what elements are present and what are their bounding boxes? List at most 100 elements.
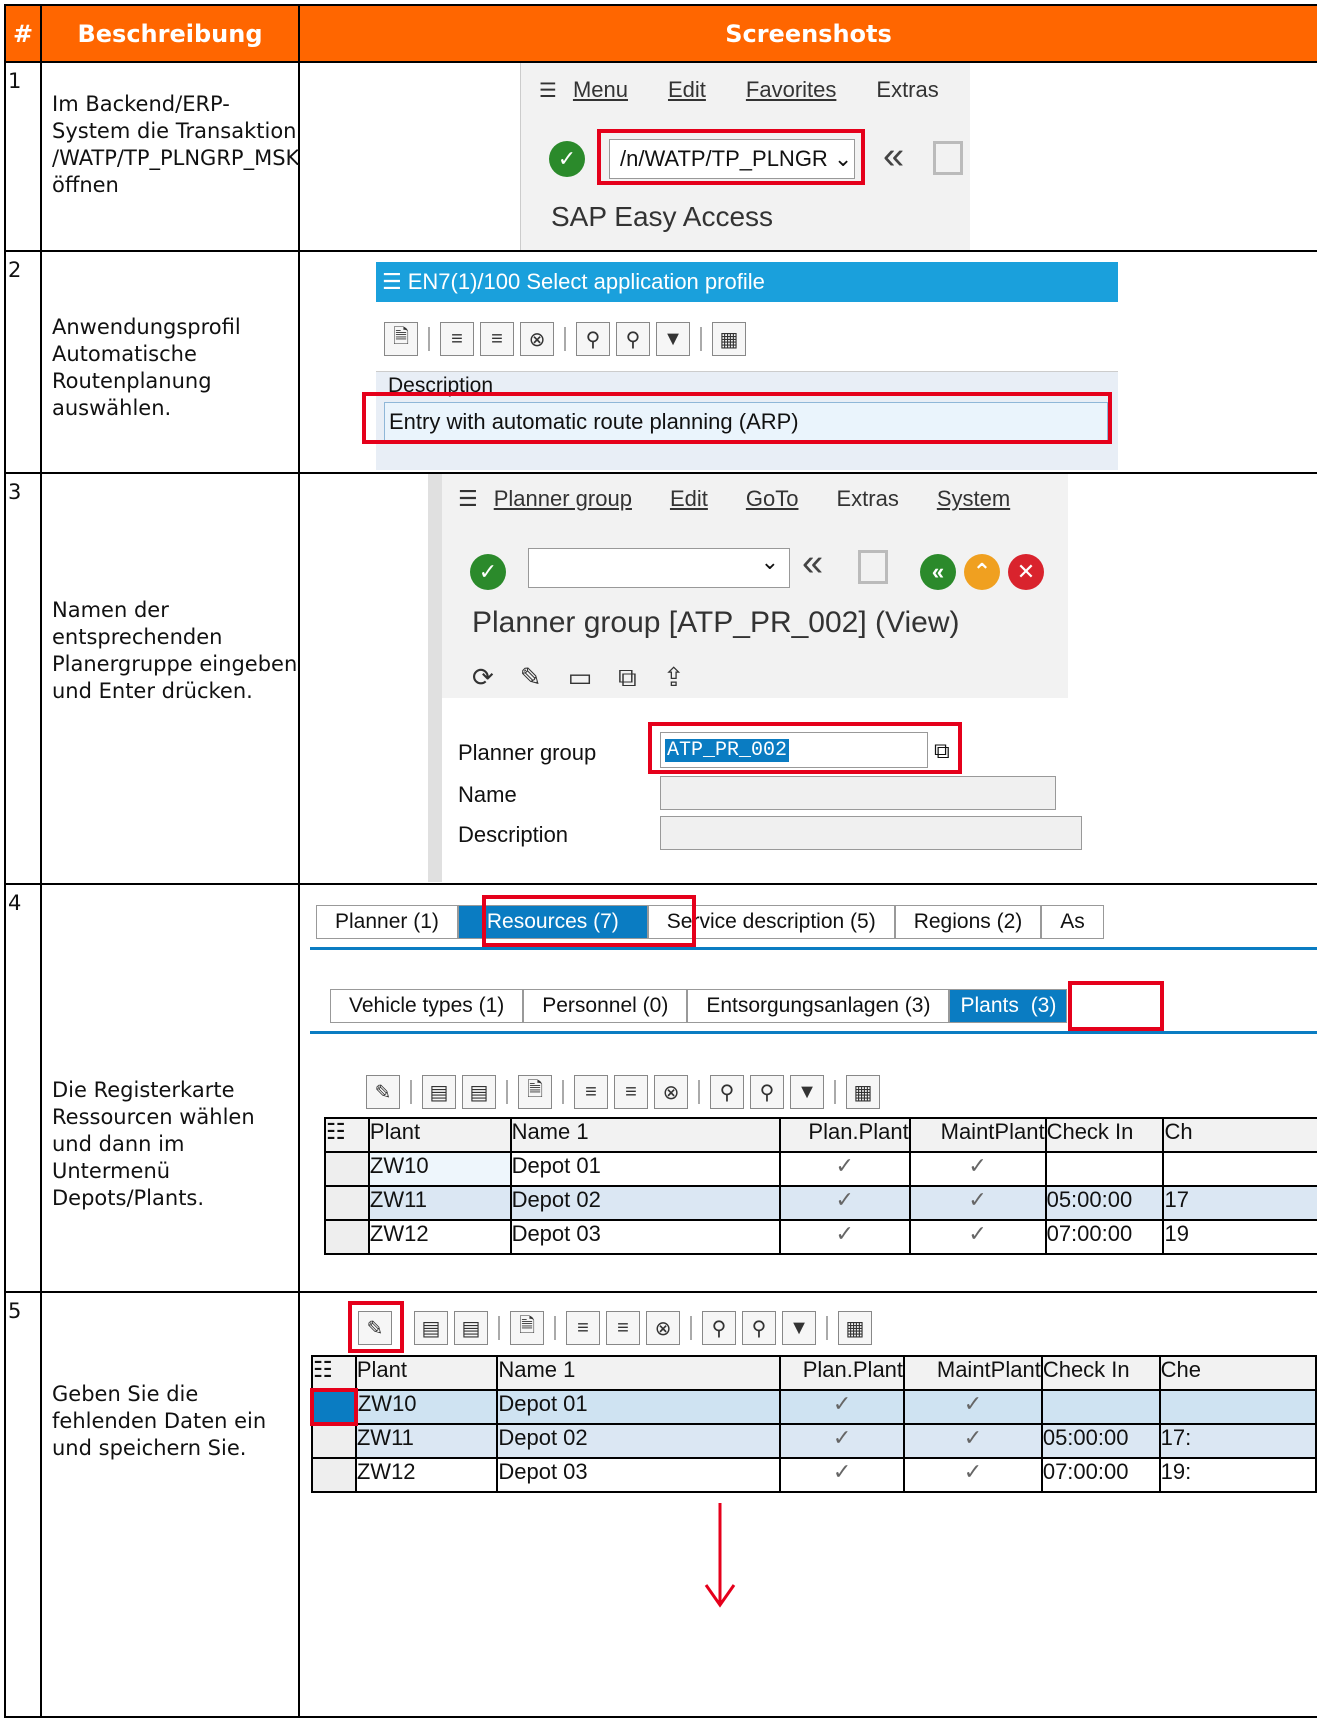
row-selector[interactable]	[310, 1388, 358, 1426]
column-header[interactable]: Name 1	[496, 1355, 782, 1391]
column-header[interactable]: Plant	[354, 1355, 499, 1391]
display-change-icon[interactable]: ✎	[520, 662, 542, 694]
chevron-down-icon[interactable]: ⌄	[761, 549, 779, 574]
table-row[interactable]: ZW11 Depot 02 ✓ ✓ 05:00:00 17	[324, 1185, 1316, 1221]
description-field[interactable]	[660, 816, 1082, 850]
table-cell[interactable]: 17	[1162, 1185, 1316, 1221]
menu-item-planner-group[interactable]: Planner group	[494, 486, 632, 512]
layout-icon[interactable]: ▦	[712, 322, 746, 356]
table-cell[interactable]: ZW12	[367, 1219, 512, 1255]
name-field[interactable]	[660, 776, 1056, 810]
menu-item-favorites[interactable]: Favorites	[746, 77, 836, 103]
column-header[interactable]: Name 1	[509, 1117, 781, 1153]
filter-icon[interactable]: ▼	[790, 1075, 824, 1109]
table-cell[interactable]: Depot 01	[509, 1151, 781, 1187]
column-header[interactable]: Plant	[367, 1117, 512, 1153]
table-cell[interactable]: 19	[1162, 1219, 1316, 1255]
insert-row-icon[interactable]: ▤	[414, 1311, 448, 1345]
find-icon[interactable]: ⚲	[702, 1311, 736, 1345]
layout-icon[interactable]: ▦	[846, 1075, 880, 1109]
checkbox[interactable]: ✓	[778, 1185, 911, 1221]
table-cell[interactable]: 17:	[1158, 1423, 1316, 1459]
transport-icon[interactable]: ⇪	[663, 662, 685, 694]
checkbox[interactable]: ✓	[778, 1219, 911, 1255]
column-header[interactable]: Check In	[1044, 1117, 1165, 1153]
menu-item-edit[interactable]: Edit	[670, 486, 708, 512]
table-row[interactable]: ZW10 Depot 01 ✓ ✓	[324, 1151, 1316, 1187]
create-icon[interactable]: ▭	[568, 662, 593, 694]
table-cell[interactable]: 05:00:00	[1040, 1423, 1161, 1459]
tab-regions[interactable]: Regions (2)	[894, 905, 1042, 939]
delete-sort-icon[interactable]: ⊗	[646, 1311, 680, 1345]
column-header[interactable]: Check In	[1040, 1355, 1161, 1391]
column-header[interactable]: Plan.Plant	[778, 1117, 911, 1153]
details-icon[interactable]: 🗎	[510, 1311, 544, 1345]
column-header[interactable]: MaintPlant	[903, 1355, 1043, 1391]
window-menu-icon[interactable]: ☰	[382, 269, 402, 295]
table-row[interactable]: ZW11 Depot 02 ✓ ✓ 05:00:00 17:	[311, 1423, 1316, 1459]
sort-descending-icon[interactable]: ≡	[614, 1075, 648, 1109]
menu-icon[interactable]: ☰	[539, 78, 557, 103]
find-next-icon[interactable]: ⚲	[742, 1311, 776, 1345]
save-icon[interactable]	[933, 141, 963, 175]
command-field[interactable]: ⌄	[528, 548, 790, 588]
back-icon[interactable]: «	[883, 135, 904, 178]
checkbox[interactable]: ✓	[903, 1423, 1043, 1459]
menu-item-extras[interactable]: Extras	[876, 77, 938, 103]
table-cell[interactable]: Depot 03	[496, 1457, 782, 1493]
sort-ascending-icon[interactable]: ≡	[440, 322, 474, 356]
checkbox[interactable]: ✓	[778, 1151, 911, 1187]
filter-icon[interactable]: ▼	[656, 322, 690, 356]
table-cell[interactable]	[1040, 1389, 1161, 1425]
details-icon[interactable]: 🗎	[518, 1075, 552, 1109]
checkbox[interactable]: ✓	[908, 1219, 1047, 1255]
enter-check-icon[interactable]: ✓	[470, 554, 506, 590]
table-cell[interactable]	[1162, 1151, 1316, 1187]
tab-more[interactable]: As	[1041, 905, 1104, 939]
column-header[interactable]: Ch	[1162, 1117, 1316, 1153]
tab-planner[interactable]: Planner (1)	[316, 905, 458, 939]
enter-check-icon[interactable]: ✓	[549, 141, 585, 177]
table-cell[interactable]: ZW11	[367, 1185, 512, 1221]
table-cell[interactable]: 07:00:00	[1044, 1219, 1165, 1255]
details-icon[interactable]: 🗎	[384, 322, 418, 356]
table-cell[interactable]	[1158, 1389, 1316, 1425]
table-cell[interactable]: ZW12	[354, 1457, 499, 1493]
checkbox[interactable]: ✓	[779, 1389, 906, 1425]
menu-item-menu[interactable]: Menu	[573, 77, 628, 103]
column-config-icon[interactable]: ☷	[324, 1117, 370, 1153]
table-cell[interactable]: ZW10	[354, 1389, 499, 1425]
edit-icon[interactable]: ✎	[366, 1075, 400, 1109]
delete-row-icon[interactable]: ▤	[454, 1311, 488, 1345]
find-next-icon[interactable]: ⚲	[750, 1075, 784, 1109]
save-icon[interactable]	[858, 550, 888, 584]
cancel-icon[interactable]: ✕	[1008, 554, 1044, 590]
column-header[interactable]: MaintPlant	[908, 1117, 1047, 1153]
table-cell[interactable]	[1044, 1151, 1165, 1187]
find-icon[interactable]: ⚲	[576, 322, 610, 356]
table-row[interactable]: ZW10 Depot 01 ✓ ✓	[310, 1388, 1316, 1426]
checkbox[interactable]: ✓	[908, 1151, 1047, 1187]
menu-item-goto[interactable]: GoTo	[746, 486, 799, 512]
table-cell[interactable]: ZW10	[367, 1151, 512, 1187]
refresh-icon[interactable]: ⟳	[472, 662, 494, 694]
layout-icon[interactable]: ▦	[838, 1311, 872, 1345]
table-cell[interactable]: 05:00:00	[1044, 1185, 1165, 1221]
sort-descending-icon[interactable]: ≡	[606, 1311, 640, 1345]
column-header[interactable]: Plan.Plant	[779, 1355, 906, 1391]
find-next-icon[interactable]: ⚲	[616, 322, 650, 356]
table-cell[interactable]: 19:	[1158, 1457, 1316, 1493]
subtab-plants[interactable]: Plants (3)	[949, 989, 1068, 1023]
table-cell[interactable]: ZW11	[354, 1423, 499, 1459]
copy-icon[interactable]: ⧉	[618, 662, 637, 694]
subtab-vehicle-types[interactable]: Vehicle types (1)	[330, 989, 524, 1023]
table-cell[interactable]: 07:00:00	[1040, 1457, 1161, 1493]
menu-item-edit[interactable]: Edit	[668, 77, 706, 103]
sort-ascending-icon[interactable]: ≡	[574, 1075, 608, 1109]
delete-sort-icon[interactable]: ⊗	[520, 322, 554, 356]
menu-item-system[interactable]: System	[937, 486, 1010, 512]
column-config-icon[interactable]: ☷	[311, 1355, 357, 1391]
table-row[interactable]: ZW12 Depot 03 ✓ ✓ 07:00:00 19:	[311, 1457, 1316, 1493]
subtab-personnel[interactable]: Personnel (0)	[523, 989, 688, 1023]
checkbox[interactable]: ✓	[903, 1457, 1043, 1493]
